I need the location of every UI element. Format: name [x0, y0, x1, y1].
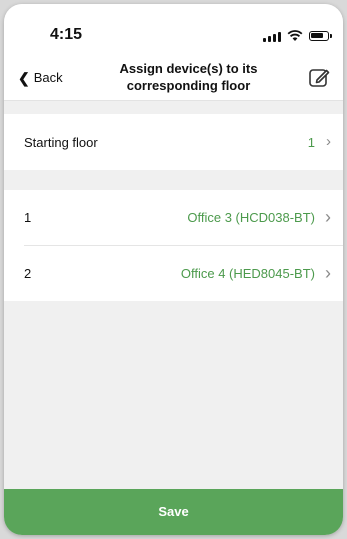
battery-icon: [309, 31, 332, 41]
status-time: 4:15: [50, 26, 83, 43]
page-title-line2: corresponding floor: [126, 78, 251, 93]
page-title-line1: Assign device(s) to its: [119, 61, 258, 76]
back-button[interactable]: ❮ Back: [18, 70, 63, 85]
back-label: Back: [33, 70, 63, 85]
chevron-left-icon: ❮: [18, 69, 30, 86]
page-title: Assign device(s) to its corresponding fl…: [94, 60, 283, 94]
status-bar: 4:15: [4, 4, 343, 56]
signal-icon: [263, 31, 281, 42]
starting-floor-label: Starting floor: [24, 135, 98, 150]
status-icons: [263, 30, 332, 42]
floor-device: Office 3 (HCD038-BT): [187, 210, 315, 225]
floor-assignment-list: 1 Office 3 (HCD038-BT) › 2 Office 4 (HED…: [4, 190, 343, 301]
edit-icon[interactable]: [307, 66, 331, 90]
floor-row-2[interactable]: 2 Office 4 (HED8045-BT) ›: [4, 246, 343, 301]
wifi-icon: [287, 30, 303, 41]
nav-bar: ❮ Back Assign device(s) to its correspon…: [4, 56, 343, 101]
chevron-right-icon: ›: [326, 133, 331, 150]
save-button[interactable]: Save: [4, 489, 343, 535]
chevron-right-icon: ›: [325, 207, 331, 227]
starting-floor-row[interactable]: Starting floor 1 ›: [4, 114, 343, 170]
phone-screen: 4:15 ❮ Back Assign device(s) to its corr…: [4, 4, 343, 535]
starting-floor-value: 1: [307, 135, 315, 150]
floor-row-1[interactable]: 1 Office 3 (HCD038-BT) ›: [4, 190, 343, 245]
floor-number: 2: [24, 266, 32, 281]
floor-number: 1: [24, 210, 32, 225]
chevron-right-icon: ›: [325, 263, 331, 283]
floor-device: Office 4 (HED8045-BT): [180, 266, 315, 281]
